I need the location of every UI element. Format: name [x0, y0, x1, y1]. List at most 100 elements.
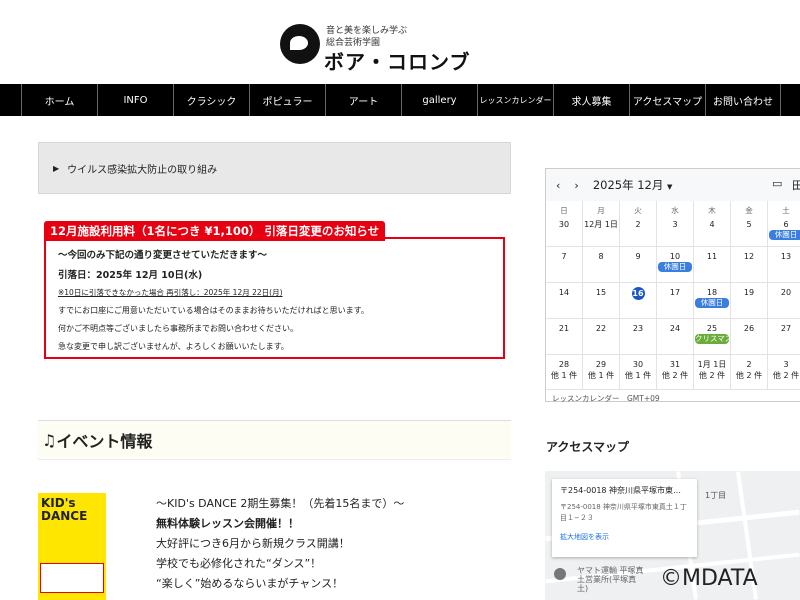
nav-contact[interactable]: お問い合わせ: [705, 84, 781, 116]
calendar-day[interactable]: 金5: [731, 201, 768, 247]
day-number: 3: [783, 360, 789, 369]
calendar-day[interactable]: 14: [546, 283, 583, 319]
nav-access-map[interactable]: アクセスマップ: [629, 84, 705, 116]
day-number: 18: [706, 288, 718, 297]
more-events-link[interactable]: 他 2 件: [657, 370, 693, 381]
weekday-label: 月: [597, 206, 605, 215]
day-number: 25: [706, 324, 718, 333]
more-events-link[interactable]: 他 1 件: [546, 370, 582, 381]
notice-line: すでにお口座にご用意いただいている場合はそのままお待ちいただければと思います。: [58, 306, 369, 315]
calendar-day[interactable]: 日 30: [546, 201, 583, 247]
map-place-label: ヤマト運輸 平塚真土営業所(平塚真土): [577, 566, 644, 593]
notice-box: 〜今回のみ下記の通り変更させていただきます〜 引落日：2025年 12月 10日…: [44, 237, 505, 359]
kids-dance-poster[interactable]: KID's DANCE: [38, 493, 106, 600]
next-month-icon[interactable]: ›: [574, 179, 578, 192]
calendar-day[interactable]: 27: [768, 319, 800, 355]
virus-prevention-toggle[interactable]: ▶ ウイルス感染拡大防止の取り組み: [38, 142, 511, 194]
calendar-day[interactable]: 火2: [620, 201, 657, 247]
nav-home[interactable]: ホーム: [21, 84, 97, 116]
calendar-month[interactable]: 2025年 12月 ▼: [593, 177, 673, 193]
calendar-day[interactable]: 17: [657, 283, 694, 319]
calendar-day[interactable]: 土 6 休園日: [768, 201, 800, 247]
calendar-day[interactable]: 13: [768, 247, 800, 283]
day-number: 31: [669, 360, 681, 369]
calendar-event[interactable]: 休園日: [658, 262, 692, 272]
day-number: 14: [558, 288, 570, 297]
day-number: 10: [669, 252, 681, 261]
dove-logo-icon: [280, 24, 320, 64]
day-number: 29: [595, 360, 607, 369]
calendar-day[interactable]: 19: [731, 283, 768, 319]
notice-line: 〜今回のみ下記の通り変更させていただきます〜: [58, 250, 268, 261]
more-events-link[interactable]: 他 2 件: [731, 370, 767, 381]
nav-recruit[interactable]: 求人募集: [553, 84, 629, 116]
site-logo[interactable]: 音と美を楽しみ学ぶ 総合芸術学園 ボア・コロンブ: [280, 20, 530, 74]
calendar-day[interactable]: 16: [620, 283, 657, 319]
day-number: 20: [780, 288, 792, 297]
calendar-day[interactable]: 15: [583, 283, 620, 319]
calendar-footer: レッスンカレンダー GMT+09: [552, 394, 660, 403]
calendar-day[interactable]: 8: [583, 247, 620, 283]
day-number: 26: [743, 324, 755, 333]
more-events-link[interactable]: 他 1 件: [620, 370, 656, 381]
view-mode-icon[interactable]: 田: [792, 177, 800, 193]
day-number: 30: [632, 360, 644, 369]
weekday-label: 木: [708, 206, 716, 215]
calendar-day[interactable]: 21: [546, 319, 583, 355]
calendar-day[interactable]: 26: [731, 319, 768, 355]
event-line: 学校でも必修化された“ダンス”！: [156, 557, 322, 570]
calendar-day[interactable]: 18 休園日: [694, 283, 731, 319]
calendar-icon[interactable]: ▭: [772, 177, 782, 190]
calendar-day[interactable]: 水3: [657, 201, 694, 247]
calendar-event[interactable]: 休園日: [695, 298, 729, 308]
nav-popular[interactable]: ポピュラー: [249, 84, 325, 116]
calendar-day[interactable]: 29 他 1 件: [583, 355, 620, 390]
day-number: 15: [595, 288, 607, 297]
prev-month-icon[interactable]: ‹: [556, 179, 560, 192]
calendar-day[interactable]: 3他 2 件: [768, 355, 800, 390]
calendar-day[interactable]: 12: [731, 247, 768, 283]
calendar-day[interactable]: 30 他 1 件: [620, 355, 657, 390]
event-line: “楽しく”始めるならいまがチャンス！: [156, 577, 344, 590]
day-number: 5: [746, 220, 752, 229]
events-heading-text: イベント情報: [56, 432, 153, 451]
day-number: 11: [706, 252, 718, 261]
calendar-day[interactable]: 月 12月 1日: [583, 201, 620, 247]
calendar-day[interactable]: 28 他 1 件: [546, 355, 583, 390]
calendar-day[interactable]: 11: [694, 247, 731, 283]
weekday-label: 火: [634, 206, 642, 215]
calendar-event[interactable]: クリスマス: [695, 334, 729, 344]
weekday-label: 金: [745, 206, 753, 215]
calendar-day[interactable]: 7: [546, 247, 583, 283]
view-larger-map-link[interactable]: 拡大地図を表示: [560, 532, 689, 542]
more-events-link[interactable]: 他 1 件: [583, 370, 619, 381]
weekday-label: 日: [560, 206, 568, 215]
calendar-day[interactable]: 9: [620, 247, 657, 283]
calendar-day[interactable]: 24: [657, 319, 694, 355]
nav-classic[interactable]: クラシック: [173, 84, 249, 116]
nav-info[interactable]: INFO: [97, 84, 173, 116]
more-events-link[interactable]: 他 2 件: [694, 370, 730, 381]
access-heading: アクセスマップ: [546, 440, 630, 454]
poster-title: KID's DANCE: [41, 496, 88, 523]
calendar-event[interactable]: 休園日: [769, 230, 800, 240]
weekday-label: 土: [782, 206, 790, 215]
calendar-day[interactable]: 23: [620, 319, 657, 355]
virus-prevention-label: ウイルス感染拡大防止の取り組み: [67, 164, 218, 176]
calendar-day[interactable]: 2他 2 件: [731, 355, 768, 390]
nav-gallery[interactable]: gallery: [401, 84, 477, 116]
lesson-calendar: ‹ › 2025年 12月 ▼ ▭ 田 日 30 月 12月 1日火 2 水 3 木 4 金 5 土 6…: [545, 168, 800, 403]
calendar-month-label: 2025年 12月: [592, 178, 664, 192]
calendar-day[interactable]: 木4: [694, 201, 731, 247]
more-events-link[interactable]: 他 2 件: [768, 370, 800, 381]
calendar-day[interactable]: 31 他 2 件: [657, 355, 694, 390]
popup-title: 〒254-0018 神奈川県平塚市東…: [560, 486, 682, 495]
calendar-day[interactable]: 20: [768, 283, 800, 319]
weekday-label: 水: [671, 206, 679, 215]
calendar-day[interactable]: 10 休園日: [657, 247, 694, 283]
nav-art[interactable]: アート: [325, 84, 401, 116]
calendar-day[interactable]: 25 クリスマス: [694, 319, 731, 355]
calendar-day[interactable]: 22: [583, 319, 620, 355]
calendar-day[interactable]: 1月 1日他 2 件: [694, 355, 731, 390]
nav-lesson-calendar[interactable]: レッスンカレンダー: [477, 84, 553, 116]
